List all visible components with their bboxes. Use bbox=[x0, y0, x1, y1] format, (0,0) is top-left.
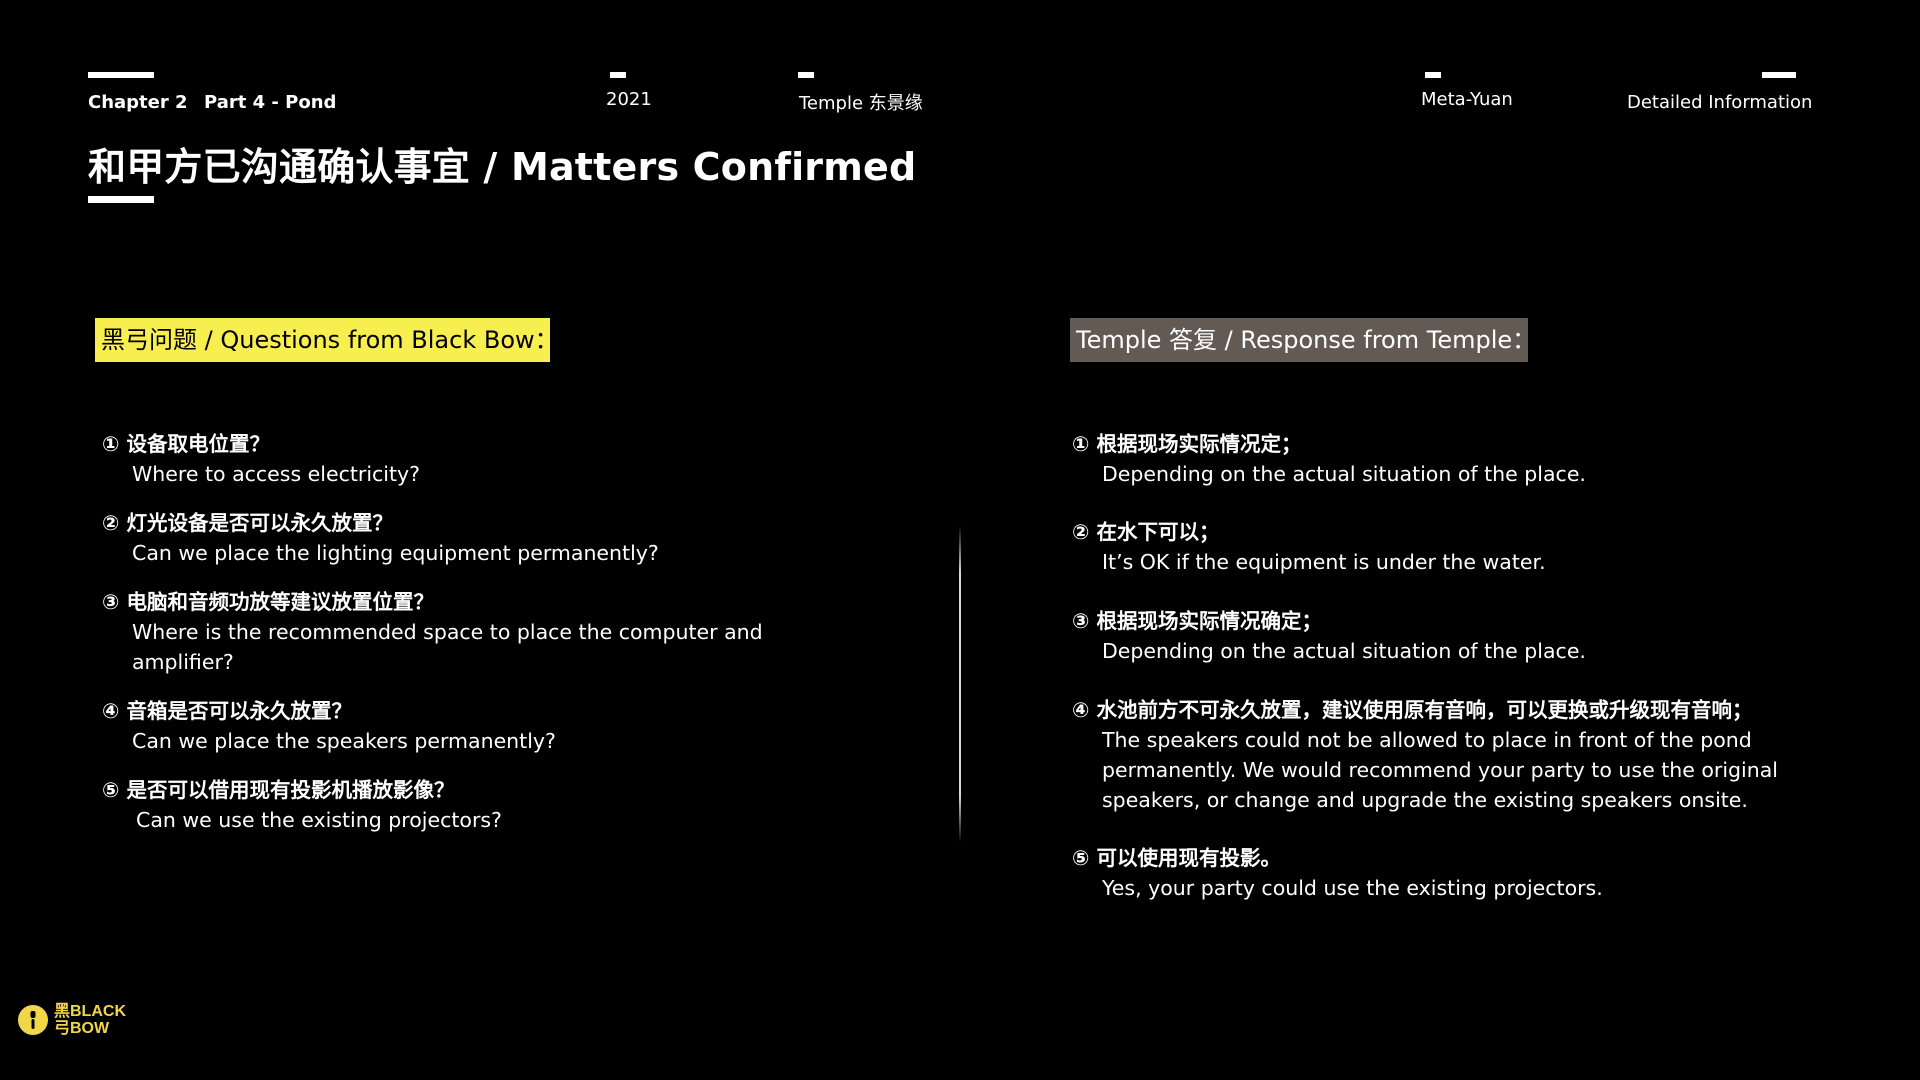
nav-indicator-chapter bbox=[88, 72, 154, 78]
question-item-4: ④ 音箱是否可以永久放置？ Can we place the speakers … bbox=[102, 696, 782, 756]
question-item-2: ② 灯光设备是否可以永久放置？ Can we place the lightin… bbox=[102, 508, 782, 568]
black-bow-logo: 黑BLACK 弓BOW bbox=[16, 1003, 126, 1037]
response-zh: ③ 根据现场实际情况确定； bbox=[1072, 609, 1322, 633]
response-en: It’s OK if the equipment is under the wa… bbox=[1102, 550, 1546, 574]
bow-logo-icon bbox=[18, 1005, 48, 1035]
nav-meta-yuan[interactable]: Meta-Yuan bbox=[1421, 89, 1513, 110]
nav-temple[interactable]: Temple 东景缘 bbox=[799, 89, 923, 115]
question-en: Can we place the speakers permanently? bbox=[132, 729, 556, 753]
response-en: Depending on the actual situation of the… bbox=[1102, 639, 1586, 663]
question-en: Can we use the existing projectors? bbox=[136, 808, 502, 832]
response-zh: ② 在水下可以； bbox=[1072, 520, 1220, 544]
response-zh: ⑤ 可以使用现有投影。 bbox=[1072, 846, 1281, 870]
question-item-5: ⑤ 是否可以借用现有投影机播放影像？ Can we use the existi… bbox=[102, 775, 782, 835]
response-item-2: ② 在水下可以； It’s OK if the equipment is und… bbox=[1072, 517, 1812, 577]
question-item-3: ③ 电脑和音频功放等建议放置位置？ Where is the recommend… bbox=[102, 587, 782, 677]
response-item-4: ④ 水池前方不可永久放置，建议使用原有音响，可以更换或升级现有音响； The s… bbox=[1072, 695, 1812, 815]
response-item-1: ① 根据现场实际情况定； Depending on the actual sit… bbox=[1072, 429, 1812, 489]
nav-indicator-meta bbox=[1425, 72, 1441, 78]
questions-heading: 黑弓问题 / Questions from Black Bow： bbox=[95, 318, 559, 362]
response-zh: ① 根据现场实际情况定； bbox=[1072, 432, 1302, 456]
question-zh: ① 设备取电位置？ bbox=[102, 432, 270, 456]
question-zh: ③ 电脑和音频功放等建议放置位置？ bbox=[102, 590, 434, 614]
response-en: The speakers could not be allowed to pla… bbox=[1102, 728, 1778, 812]
responses-heading: Temple 答复 / Response from Temple： bbox=[1070, 318, 1536, 362]
question-zh: ④ 音箱是否可以永久放置？ bbox=[102, 699, 352, 723]
nav-indicator-temple bbox=[798, 72, 814, 78]
nav-chapter[interactable]: Chapter 2 bbox=[88, 92, 188, 113]
nav-detailed-information[interactable]: Detailed Information bbox=[1627, 92, 1812, 113]
title-underline bbox=[88, 196, 154, 203]
nav-indicator-year bbox=[610, 72, 626, 78]
response-en: Yes, your party could use the existing p… bbox=[1102, 876, 1603, 900]
response-item-3: ③ 根据现场实际情况确定； Depending on the actual si… bbox=[1072, 606, 1812, 666]
question-zh: ⑤ 是否可以借用现有投影机播放影像？ bbox=[102, 778, 455, 802]
response-item-5: ⑤ 可以使用现有投影。 Yes, your party could use th… bbox=[1072, 843, 1812, 903]
logo-text-line1: 黑BLACK bbox=[54, 1003, 126, 1020]
page-title: 和甲方已沟通确认事宜 / Matters Confirmed bbox=[88, 145, 917, 189]
column-divider bbox=[959, 525, 961, 843]
logo-text-line2: 弓BOW bbox=[54, 1020, 110, 1037]
question-en: Where is the recommended space to place … bbox=[132, 620, 763, 674]
nav-indicator-detail bbox=[1762, 72, 1796, 78]
nav-year[interactable]: 2021 bbox=[606, 89, 652, 110]
question-zh: ② 灯光设备是否可以永久放置？ bbox=[102, 511, 393, 535]
question-item-1: ① 设备取电位置？ Where to access electricity? bbox=[102, 429, 782, 489]
response-zh: ④ 水池前方不可永久放置，建议使用原有音响，可以更换或升级现有音响； bbox=[1072, 698, 1753, 722]
response-en: Depending on the actual situation of the… bbox=[1102, 462, 1586, 486]
nav-part[interactable]: Part 4 - Pond bbox=[204, 92, 336, 113]
question-en: Where to access electricity? bbox=[132, 462, 421, 486]
question-en: Can we place the lighting equipment perm… bbox=[132, 541, 659, 565]
